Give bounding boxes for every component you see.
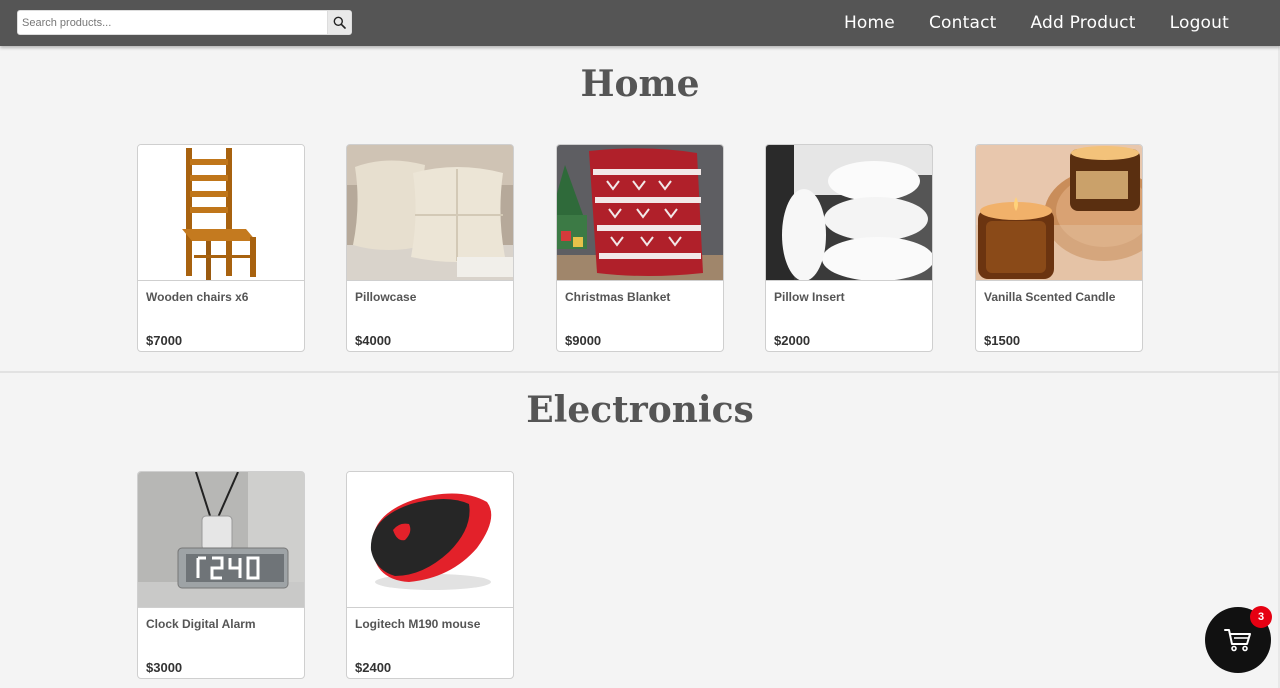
product-card[interactable]: Pillowcase $4000 <box>346 144 514 352</box>
product-image <box>766 145 932 281</box>
christmas-blanket-image <box>557 145 723 280</box>
candle-image <box>976 145 1142 280</box>
computer-mouse-image <box>347 472 513 607</box>
product-card[interactable]: Logitech M190 mouse $2400 <box>346 471 514 679</box>
product-name: Logitech M190 mouse <box>355 617 481 631</box>
shopping-cart-icon <box>1224 629 1251 652</box>
pillow-insert-image <box>766 145 932 280</box>
product-card[interactable]: Vanilla Scented Candle $1500 <box>975 144 1143 352</box>
nav-home[interactable]: Home <box>844 13 895 33</box>
product-image <box>138 472 304 608</box>
product-name: Pillowcase <box>355 290 417 304</box>
digital-clock-image <box>138 472 304 607</box>
product-card[interactable]: Pillow Insert $2000 <box>765 144 933 352</box>
product-price: $3000 <box>146 660 183 675</box>
product-image <box>557 145 723 281</box>
search-input[interactable] <box>18 11 328 34</box>
product-price: $9000 <box>565 333 602 348</box>
nav-links: Home Contact Add Product Logout <box>844 0 1280 46</box>
product-name: Pillow Insert <box>774 290 845 304</box>
product-name: Vanilla Scented Candle <box>984 290 1116 304</box>
top-navbar: Home Contact Add Product Logout <box>0 0 1280 46</box>
nav-contact[interactable]: Contact <box>929 13 997 33</box>
product-price: $2000 <box>774 333 811 348</box>
product-price: $4000 <box>355 333 392 348</box>
product-name: Christmas Blanket <box>565 290 671 304</box>
product-image <box>347 472 513 608</box>
section-title-home: Home <box>580 63 700 105</box>
product-card[interactable]: Clock Digital Alarm $3000 <box>137 471 305 679</box>
search-box <box>17 10 352 35</box>
product-price: $1500 <box>984 333 1021 348</box>
wooden-chair-image <box>138 145 304 280</box>
pillowcase-image <box>347 145 513 280</box>
product-image <box>138 145 304 281</box>
product-image <box>347 145 513 281</box>
product-price: $7000 <box>146 333 183 348</box>
search-button[interactable] <box>327 11 351 34</box>
search-icon <box>333 16 346 29</box>
section-title-electronics: Electronics <box>526 389 754 431</box>
product-price: $2400 <box>355 660 392 675</box>
product-name: Clock Digital Alarm <box>146 617 256 631</box>
cart-button[interactable]: 3 <box>1205 606 1272 673</box>
product-card[interactable]: Christmas Blanket $9000 <box>556 144 724 352</box>
product-image <box>976 145 1142 281</box>
section-divider <box>0 371 1280 373</box>
product-name: Wooden chairs x6 <box>146 290 249 304</box>
nav-add-product[interactable]: Add Product <box>1031 13 1136 33</box>
cart-count-badge: 3 <box>1250 606 1272 628</box>
product-card[interactable]: Wooden chairs x6 $7000 <box>137 144 305 352</box>
nav-logout[interactable]: Logout <box>1170 13 1229 33</box>
